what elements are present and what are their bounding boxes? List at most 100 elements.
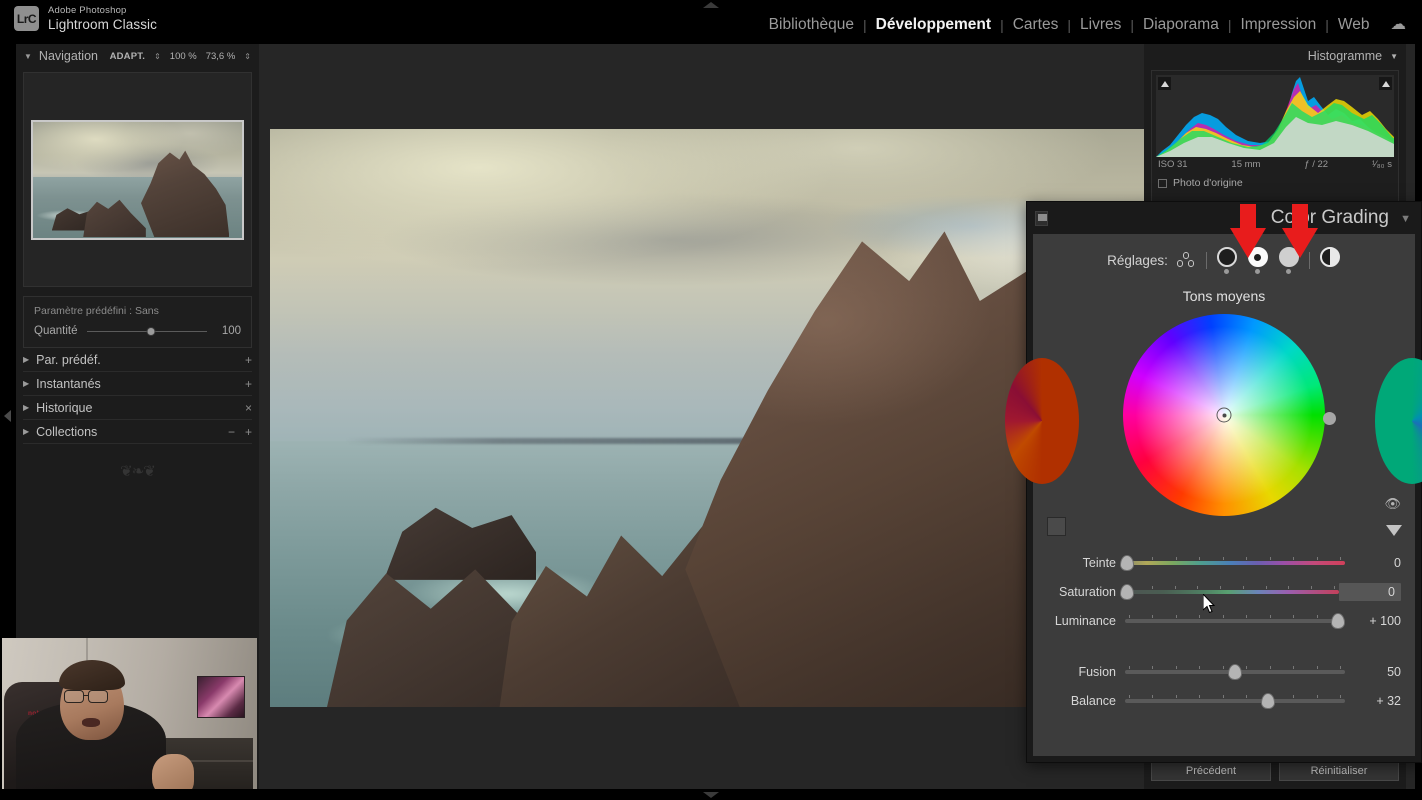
- balance-value[interactable]: + 32: [1345, 694, 1401, 708]
- color-swatch[interactable]: [1047, 517, 1066, 536]
- sidebar-item-label: Collections: [36, 424, 98, 439]
- global-icon[interactable]: [1319, 247, 1341, 273]
- chevron-right-icon: ▶: [23, 379, 30, 388]
- color-grading-titlebar: Color Grading ▼: [1027, 202, 1421, 234]
- fusion-slider[interactable]: [1125, 663, 1345, 681]
- saturation-slider[interactable]: [1120, 583, 1339, 601]
- luminance-handle[interactable]: [1323, 412, 1336, 425]
- sidebar-item-label: Historique: [36, 400, 93, 415]
- top-panel-toggle-arrow[interactable]: [703, 2, 719, 8]
- color-grading-panel: Color Grading ▼ Réglages: Tons moyens 👁 …: [1005, 201, 1422, 763]
- zoom-custom-label[interactable]: 73,6 %: [206, 51, 236, 62]
- color-wheel-center-marker[interactable]: [1216, 407, 1232, 423]
- expand-sliders-icon[interactable]: [1386, 525, 1402, 536]
- color-wheel[interactable]: [1123, 314, 1325, 516]
- bottom-panel-toggle-arrow[interactable]: [703, 792, 719, 798]
- preset-box: Paramètre prédéfini : Sans Quantité 100: [23, 296, 252, 348]
- mouse-cursor: [1203, 594, 1217, 614]
- add-snapshot-icon[interactable]: +: [245, 377, 252, 391]
- cluster-view-icon[interactable]: [1176, 252, 1197, 268]
- panel-collapse-icon[interactable]: ▼: [1400, 213, 1411, 225]
- luminance-slider[interactable]: [1125, 612, 1346, 630]
- teinte-value[interactable]: 0: [1345, 556, 1401, 570]
- add-preset-icon[interactable]: +: [245, 353, 252, 367]
- amount-value: 100: [221, 325, 241, 337]
- lightroom-window: LrC Adobe Photoshop Lightroom Classic Bi…: [0, 0, 1422, 800]
- zoom-fit-stepper-icon[interactable]: ⇕: [154, 52, 161, 61]
- zoom-fit-label[interactable]: ADAPT.: [110, 51, 146, 62]
- module-bibliotheque[interactable]: Bibliothèque: [760, 16, 863, 34]
- red-arrow-annotation-2: [1282, 204, 1318, 258]
- module-web[interactable]: Web: [1329, 16, 1379, 34]
- navigator-header: ▼ Navigation ADAPT. ⇕ 100 % 73,6 % ⇕: [16, 44, 259, 68]
- slider-row-luminance: Luminance + 100: [1047, 606, 1401, 635]
- navigator-title: Navigation: [38, 49, 98, 63]
- luminance-slider-knob[interactable]: [1331, 612, 1346, 629]
- webcam-glasses-bridge: [84, 695, 89, 697]
- active-tone-label: Tons moyens: [1182, 288, 1266, 304]
- saturation-value[interactable]: 0: [1339, 582, 1401, 601]
- teinte-label: Teinte: [1082, 555, 1116, 570]
- fusion-label: Fusion: [1078, 664, 1116, 679]
- webcam-overlay: noblechairs: [2, 638, 257, 800]
- balance-slider[interactable]: [1125, 692, 1345, 710]
- divider: [1205, 251, 1207, 269]
- luminance-label: Luminance: [1054, 613, 1116, 628]
- brand-subtitle: Adobe Photoshop: [48, 5, 127, 16]
- slider-row-fusion: Fusion 50: [1047, 657, 1401, 686]
- left-panel-toggle-arrow[interactable]: [4, 410, 11, 422]
- remove-collection-icon[interactable]: −: [228, 425, 235, 439]
- zoom-100-label[interactable]: 100 %: [170, 51, 197, 62]
- adjacent-wheel-right[interactable]: [1375, 358, 1422, 484]
- panel-enable-switch[interactable]: [1035, 211, 1048, 226]
- decorative-flourish: ❦❧❦: [120, 463, 156, 480]
- webcam-glasses-right: [88, 690, 108, 703]
- teinte-slider-knob[interactable]: [1120, 554, 1135, 571]
- module-diaporama[interactable]: Diaporama: [1134, 16, 1228, 34]
- module-picker: Bibliothèque | Développement | Cartes | …: [760, 15, 1406, 34]
- sidebar-item-snapshots[interactable]: ▶ Instantanés +: [23, 372, 252, 396]
- add-collection-icon[interactable]: +: [245, 425, 252, 439]
- module-impression[interactable]: Impression: [1231, 16, 1325, 34]
- module-developpement[interactable]: Développement: [867, 16, 1000, 34]
- fusion-slider-knob[interactable]: [1228, 663, 1242, 680]
- sidebar-item-label: Instantanés: [36, 376, 101, 391]
- chevron-right-icon: ▶: [23, 403, 30, 412]
- fusion-value[interactable]: 50: [1345, 665, 1401, 679]
- slider-row-balance: Balance + 32: [1047, 686, 1401, 715]
- teinte-slider[interactable]: [1120, 554, 1345, 572]
- tone-selector-row: Réglages:: [1033, 247, 1415, 274]
- amount-slider[interactable]: [87, 326, 207, 336]
- slider-row-saturation: Saturation 0: [1047, 577, 1401, 606]
- webcam-wall-art: [197, 676, 245, 718]
- chevron-right-icon: ▶: [23, 355, 30, 364]
- eye-icon[interactable]: 👁: [1384, 496, 1401, 512]
- clear-history-icon[interactable]: ×: [245, 401, 252, 415]
- app-brand: LrC Adobe Photoshop Lightroom Classic: [14, 5, 157, 32]
- luminance-value[interactable]: + 100: [1345, 614, 1401, 628]
- amount-label: Quantité: [34, 325, 78, 337]
- cloud-sync-icon[interactable]: ☁: [1391, 15, 1407, 34]
- saturation-slider-knob[interactable]: [1120, 583, 1135, 600]
- chevron-right-icon: ▶: [23, 427, 30, 436]
- sidebar-item-collections[interactable]: ▶ Collections − +: [23, 420, 252, 444]
- color-grading-sliders: Teinte 0 Saturation 0 Luminance + 100 Fu…: [1033, 548, 1415, 715]
- adjacent-wheel-left[interactable]: [1005, 358, 1079, 484]
- webcam-person-mouth: [82, 718, 100, 727]
- brand-title: Lightroom Classic: [48, 16, 157, 32]
- color-grading-body: Réglages: Tons moyens 👁 Teinte 0 Saturat…: [1005, 234, 1422, 756]
- preset-name-label: Paramètre prédéfini : Sans: [34, 305, 159, 317]
- slider-row-teinte: Teinte 0: [1047, 548, 1401, 577]
- chevron-down-icon[interactable]: ▼: [24, 52, 32, 61]
- balance-label: Balance: [1070, 693, 1116, 708]
- module-cartes[interactable]: Cartes: [1004, 16, 1068, 34]
- balance-slider-knob[interactable]: [1261, 692, 1275, 709]
- navigator-preview[interactable]: [23, 72, 252, 287]
- module-livres[interactable]: Livres: [1071, 16, 1130, 34]
- color-wheel-area: 👁: [1005, 310, 1422, 544]
- amount-slider-knob[interactable]: [146, 326, 156, 336]
- zoom-custom-stepper-icon[interactable]: ⇕: [244, 52, 251, 61]
- sidebar-item-presets[interactable]: ▶ Par. prédéf. +: [23, 348, 252, 372]
- sidebar-item-history[interactable]: ▶ Historique ×: [23, 396, 252, 420]
- red-arrow-annotation-1: [1230, 204, 1266, 258]
